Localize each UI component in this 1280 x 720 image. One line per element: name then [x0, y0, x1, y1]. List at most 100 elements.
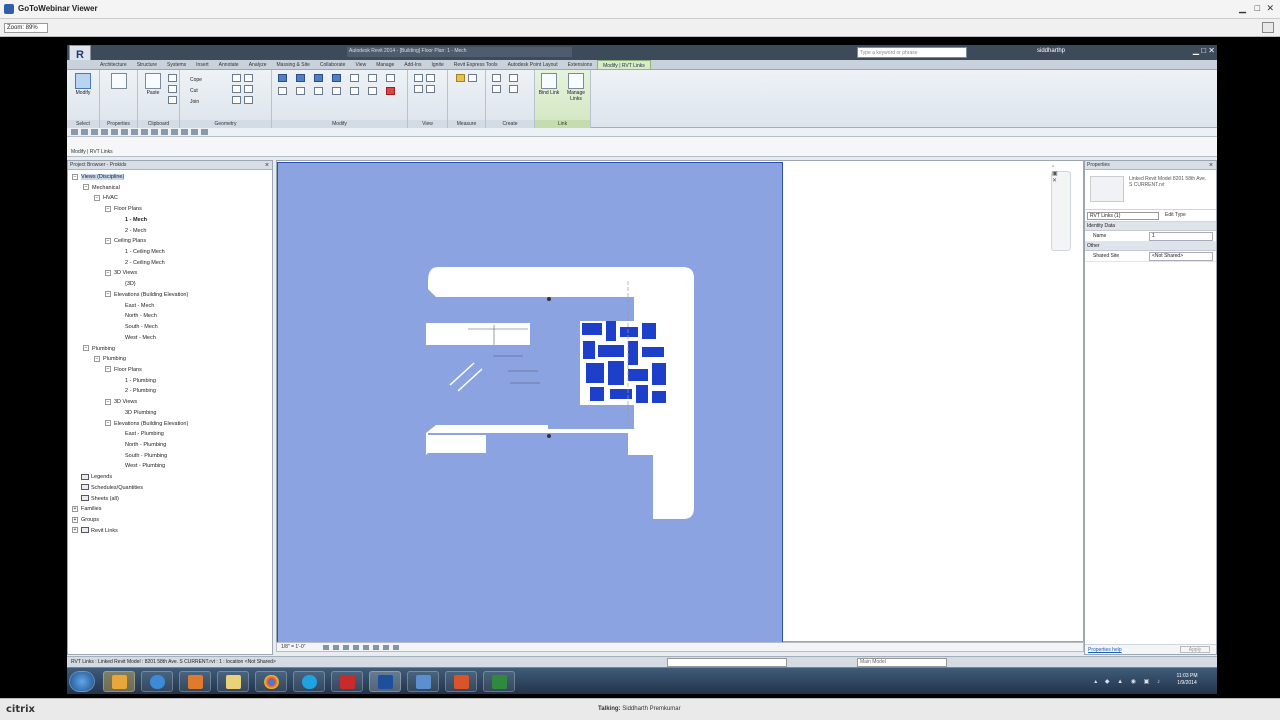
- browser-item[interactable]: − Plumbing: [68, 354, 272, 365]
- tab-massing-site[interactable]: Massing & Site: [272, 60, 315, 69]
- property-value[interactable]: <Not Shared>: [1149, 252, 1213, 261]
- browser-item[interactable]: − Elevations (Building Elevation): [68, 290, 272, 301]
- navigation-bar[interactable]: ▫ ▣ ✕: [1051, 164, 1071, 251]
- create-group-icon[interactable]: [492, 85, 501, 93]
- infocenter-search[interactable]: Type a keyword or phrase: [857, 47, 967, 58]
- expand-icon[interactable]: +: [72, 527, 78, 534]
- tab-collaborate[interactable]: Collaborate: [315, 60, 351, 69]
- browser-item[interactable]: East - Mech: [68, 301, 272, 312]
- browser-item[interactable]: − Plumbing: [68, 344, 272, 355]
- browser-item[interactable]: 1 - Mech: [68, 215, 272, 226]
- browser-item[interactable]: 2 - Plumbing: [68, 386, 272, 397]
- tab-revit-express-tools[interactable]: Revit Express Tools: [449, 60, 503, 69]
- create-parts-icon[interactable]: [509, 74, 518, 82]
- browser-item[interactable]: West - Mech: [68, 333, 272, 344]
- print-icon[interactable]: [111, 129, 118, 135]
- match-type-icon[interactable]: [168, 96, 177, 104]
- minimize-icon[interactable]: ▁: [1239, 3, 1246, 14]
- modify-button[interactable]: Modify: [72, 73, 94, 96]
- copy-icon[interactable]: [168, 85, 177, 93]
- browser-item[interactable]: 1 - Plumbing: [68, 376, 272, 387]
- taskbar-app-1[interactable]: [103, 671, 135, 692]
- tab-architecture[interactable]: Architecture: [95, 60, 132, 69]
- browser-item[interactable]: 2 - Ceiling Mech: [68, 258, 272, 269]
- tab-manage[interactable]: Manage: [371, 60, 399, 69]
- browser-item[interactable]: Legends: [68, 472, 272, 483]
- mirror-axis-icon[interactable]: [314, 74, 323, 82]
- cut-label[interactable]: Cut: [190, 86, 202, 97]
- taskbar-app-powerpoint[interactable]: [445, 671, 477, 692]
- collapse-icon[interactable]: −: [72, 173, 78, 180]
- create-assembly-icon[interactable]: [492, 74, 501, 82]
- shadows-icon[interactable]: [353, 645, 359, 650]
- pin-icon[interactable]: [386, 74, 395, 82]
- browser-item[interactable]: South - Plumbing: [68, 451, 272, 462]
- collapse-icon[interactable]: −: [105, 291, 111, 298]
- measure-icon[interactable]: [456, 74, 465, 82]
- detail-level-icon[interactable]: [323, 645, 329, 650]
- browser-item[interactable]: West - Plumbing: [68, 461, 272, 472]
- type-selector[interactable]: RVT Links (1): [1087, 212, 1159, 220]
- collapse-icon[interactable]: −: [105, 366, 111, 373]
- save-icon[interactable]: [81, 129, 88, 135]
- paste-button[interactable]: Paste: [142, 73, 164, 96]
- remove-paint-icon[interactable]: [244, 96, 253, 104]
- browser-item[interactable]: 1 - Ceiling Mech: [68, 247, 272, 258]
- browser-item[interactable]: + Families: [68, 504, 272, 515]
- taskbar-app-network[interactable]: [407, 671, 439, 692]
- 3d-view-icon[interactable]: [161, 129, 168, 135]
- dimension-qat-icon[interactable]: [131, 129, 138, 135]
- select-panel-label[interactable]: Select: [67, 120, 99, 128]
- collapse-icon[interactable]: −: [105, 420, 111, 427]
- move-icon[interactable]: [278, 87, 287, 95]
- linework-icon[interactable]: [414, 85, 423, 93]
- rotate-icon[interactable]: [314, 87, 323, 95]
- clock[interactable]: 11:03 PM 1/9/2014: [1167, 673, 1207, 687]
- close-hidden-icon[interactable]: [191, 129, 198, 135]
- browser-item[interactable]: Sheets (all): [68, 494, 272, 505]
- split-gap-icon[interactable]: [368, 74, 377, 82]
- browser-item[interactable]: North - Mech: [68, 311, 272, 322]
- split-icon[interactable]: [350, 74, 359, 82]
- tab-ignite[interactable]: Ignite: [427, 60, 449, 69]
- split-face-icon[interactable]: [232, 74, 241, 82]
- taskbar-app-ie[interactable]: [141, 671, 173, 692]
- collapse-icon[interactable]: −: [83, 184, 89, 191]
- sun-path-icon[interactable]: [343, 645, 349, 650]
- mirror-draw-icon[interactable]: [332, 74, 341, 82]
- browser-item[interactable]: + Revit Links: [68, 526, 272, 537]
- taskbar-app-media[interactable]: [179, 671, 211, 692]
- browser-item[interactable]: − Floor Plans: [68, 204, 272, 215]
- close-properties-icon[interactable]: ×: [1209, 161, 1213, 170]
- array-icon[interactable]: [350, 87, 359, 95]
- view-window-controls[interactable]: ▫ ▣ ✕: [1052, 164, 1058, 184]
- open-icon[interactable]: [71, 129, 78, 135]
- maximize-icon[interactable]: □: [1255, 3, 1260, 13]
- browser-item[interactable]: − Mechanical: [68, 183, 272, 194]
- tab-analyze[interactable]: Analyze: [244, 60, 272, 69]
- tab-systems[interactable]: Systems: [162, 60, 191, 69]
- revit-window-controls[interactable]: ▁ □ ✕: [1193, 46, 1215, 55]
- tab-add-ins[interactable]: Add-Ins: [399, 60, 426, 69]
- browser-item[interactable]: Schedules/Quantities: [68, 483, 272, 494]
- close-icon[interactable]: ✕: [1266, 3, 1274, 14]
- drawing-area[interactable]: ▫ ▣ ✕: [276, 160, 1084, 643]
- close-browser-icon[interactable]: ×: [265, 161, 269, 170]
- temp-hide-icon[interactable]: [383, 645, 389, 650]
- switch-windows-icon[interactable]: [201, 129, 208, 135]
- join-label[interactable]: Join: [190, 97, 202, 108]
- properties-button[interactable]: [108, 73, 130, 90]
- browser-item[interactable]: − HVAC: [68, 193, 272, 204]
- manage-links-button[interactable]: Manage Links: [563, 73, 589, 102]
- undo-icon[interactable]: [91, 129, 98, 135]
- bind-link-button[interactable]: Bind Link: [538, 73, 560, 96]
- zoom-select[interactable]: Zoom: 89%: [4, 23, 48, 33]
- tab-view[interactable]: View: [350, 60, 371, 69]
- browser-item[interactable]: + Groups: [68, 515, 272, 526]
- workset-field[interactable]: [667, 658, 787, 667]
- edit-type-button[interactable]: Edit Type: [1165, 212, 1186, 218]
- graphics-icon[interactable]: [426, 85, 435, 93]
- taskbar-app-excel[interactable]: [483, 671, 515, 692]
- delete-icon[interactable]: [386, 87, 395, 95]
- expand-icon[interactable]: +: [72, 505, 78, 512]
